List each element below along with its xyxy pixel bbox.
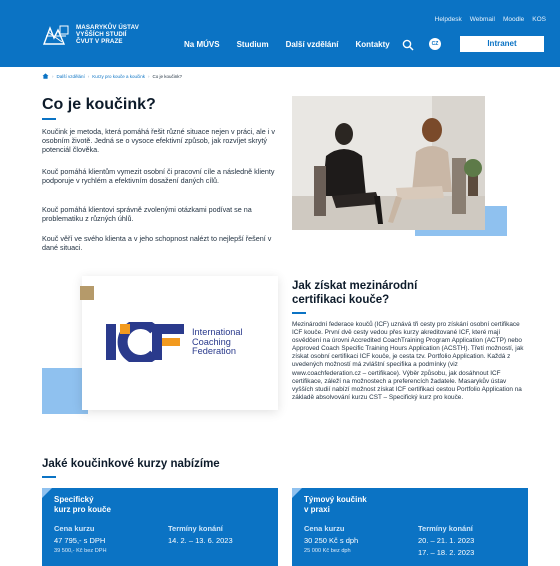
breadcrumb-item-dalsi-vzdelani[interactable]: Další vzdělání bbox=[57, 74, 85, 79]
price-label: Cena kurzu bbox=[54, 524, 95, 533]
logo-line-1: MASARYKŮV ÚSTAV bbox=[76, 24, 139, 31]
search-icon[interactable] bbox=[402, 38, 414, 51]
course-card-specificky[interactable]: Specifický kurz pro kouče Cena kurzu 47 … bbox=[42, 488, 278, 566]
util-link-webmail[interactable]: Webmail bbox=[470, 16, 495, 23]
intro-paragraph-3: Kouč pomáhá klientovi správně zvolenými … bbox=[42, 205, 252, 224]
card-corner bbox=[292, 488, 302, 498]
date-value: 20. – 21. 1. 2023 bbox=[418, 536, 475, 545]
certification-title: Jak získat mezinárodní certifikaci kouče… bbox=[292, 280, 417, 307]
price-label: Cena kurzu bbox=[304, 524, 345, 533]
cvut-emblem-icon bbox=[42, 24, 70, 48]
course-name-line-2: kurz pro kouče bbox=[54, 505, 111, 514]
price-value: 30 250 Kč s dph bbox=[304, 536, 359, 545]
page-title: Co je koučink? bbox=[42, 96, 156, 113]
date-value: 17. – 18. 2. 2023 bbox=[418, 548, 475, 557]
intro-paragraph-1: Koučink je metoda, která pomáhá řešit rů… bbox=[42, 127, 275, 155]
breadcrumb-separator: › bbox=[87, 73, 90, 79]
util-link-helpdesk[interactable]: Helpdesk bbox=[435, 16, 462, 23]
nav-item-na-muvs[interactable]: Na MÚVS bbox=[184, 40, 220, 49]
courses-title: Jaké koučinkové kurzy nabízíme bbox=[42, 458, 220, 470]
home-icon[interactable] bbox=[42, 73, 49, 79]
breadcrumb-separator: › bbox=[52, 73, 54, 79]
logo-line-2: VYŠŠÍCH STUDIÍ bbox=[76, 31, 127, 38]
university-logo[interactable]: MASARYKŮV ÚSTAV VYŠŠÍCH STUDIÍ ČVUT V PR… bbox=[42, 24, 139, 48]
price-without-vat: 39 500,- Kč bez DPH bbox=[54, 548, 107, 554]
certification-underline bbox=[292, 312, 306, 314]
course-name: Týmový koučink v praxi bbox=[304, 495, 367, 515]
certification-text: Mezinárodní federace koučů (ICF) uznává … bbox=[292, 321, 524, 401]
coaching-session-photo bbox=[292, 96, 485, 230]
nav-item-kontakty[interactable]: Kontakty bbox=[355, 40, 389, 49]
dates-label: Termíny konání bbox=[168, 524, 223, 533]
decorative-square bbox=[80, 286, 94, 300]
util-link-kos[interactable]: KOS bbox=[532, 16, 546, 23]
icf-logo-card: International Coaching Federation bbox=[82, 276, 278, 410]
certification-title-line-2: certifikaci kouče? bbox=[292, 293, 390, 306]
intro-paragraph-2: Kouč pomáhá klientům vymezit osobní či p… bbox=[42, 167, 275, 186]
icf-line-3: Federation bbox=[192, 346, 236, 357]
nav-item-studium[interactable]: Studium bbox=[237, 40, 269, 49]
util-link-moodle[interactable]: Moodle bbox=[503, 16, 524, 23]
intro-paragraph-4: Kouč věří ve svého klienta a v jeho scho… bbox=[42, 234, 272, 253]
title-underline bbox=[42, 118, 56, 120]
certification-title-line-1: Jak získat mezinárodní bbox=[292, 280, 418, 292]
date-value: 14. 2. – 13. 6. 2023 bbox=[168, 536, 233, 545]
course-name: Specifický kurz pro kouče bbox=[54, 495, 111, 515]
breadcrumb-current: Co je koučink? bbox=[152, 73, 183, 79]
course-card-tymovy[interactable]: Týmový koučink v praxi Cena kurzu 30 250… bbox=[292, 488, 528, 566]
nav-item-dalsi-vzdelani[interactable]: Další vzdělání bbox=[286, 40, 339, 49]
logo-line-3: ČVUT V PRAZE bbox=[76, 38, 123, 45]
breadcrumb-separator: › bbox=[148, 73, 150, 79]
dates-label: Termíny konání bbox=[418, 524, 473, 533]
breadcrumb-item-kurzy[interactable]: Kurzy pro kouče a koučink bbox=[92, 74, 145, 79]
course-name-line-2: v praxi bbox=[304, 505, 330, 514]
logo-text: MASARYKŮV ÚSTAV VYŠŠÍCH STUDIÍ ČVUT V PR… bbox=[76, 24, 139, 45]
courses-underline bbox=[42, 476, 56, 478]
icf-logo-text: International Coaching Federation bbox=[192, 327, 243, 357]
site-header: MASARYKŮV ÚSTAV VYŠŠÍCH STUDIÍ ČVUT V PR… bbox=[0, 0, 560, 67]
card-corner bbox=[42, 488, 52, 498]
breadcrumb: › Další vzdělání › Kurzy pro kouče a kou… bbox=[42, 73, 182, 79]
price-without-vat: 25 000 Kč bez dph bbox=[304, 548, 351, 554]
course-name-line-1: Týmový koučink bbox=[304, 495, 367, 504]
main-nav: Na MÚVS Studium Další vzdělání Kontakty bbox=[184, 40, 390, 49]
price-value: 47 795,- s DPH bbox=[54, 536, 106, 545]
utility-nav: Helpdesk Webmail Moodle KOS bbox=[435, 16, 546, 23]
language-switch-button[interactable]: CZ bbox=[429, 38, 441, 50]
course-name-line-1: Specifický bbox=[54, 495, 94, 504]
intranet-button[interactable]: Intranet bbox=[460, 36, 544, 52]
icf-logo-icon bbox=[106, 319, 188, 367]
